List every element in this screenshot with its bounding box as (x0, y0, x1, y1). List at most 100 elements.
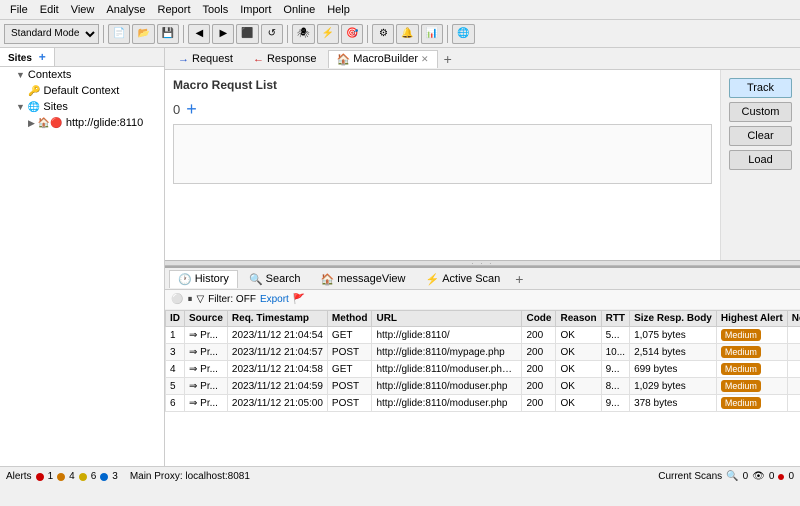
alert-count-blue: 3 (112, 471, 118, 482)
response-arrow-icon: ← (253, 53, 264, 65)
alert-dot-yellow (79, 473, 87, 481)
menu-report[interactable]: Report (152, 2, 197, 18)
table-row[interactable]: 6⇒ Pr...2023/11/12 21:05:00POSThttp://gl… (166, 395, 800, 412)
history-table: ID Source Req. Timestamp Method URL Code… (165, 310, 800, 466)
toolbar-fuzzer[interactable]: 🎯 (341, 24, 363, 44)
cell-note (787, 378, 800, 395)
cell-url: http://glide:8110/moduser.php (372, 378, 522, 395)
col-method[interactable]: Method (327, 311, 372, 327)
cell-timestamp: 2023/11/12 21:04:59 (227, 378, 327, 395)
menu-online[interactable]: Online (277, 2, 321, 18)
menu-import[interactable]: Import (234, 2, 277, 18)
macrobuilder-close-icon[interactable]: ✕ (421, 54, 429, 65)
filter-pause-icon: ⏸ (187, 294, 192, 305)
toolbar-stop[interactable]: ⬛ (236, 24, 258, 44)
macrobuilder-tab-label: MacroBuilder (353, 53, 418, 65)
track-button[interactable]: Track (729, 78, 792, 98)
content-area: Macro Requst List 0 + Track Custom Clear… (165, 70, 800, 260)
col-url[interactable]: URL (372, 311, 522, 327)
table-row[interactable]: 5⇒ Pr...2023/11/12 21:04:59POSThttp://gl… (166, 378, 800, 395)
cell-id: 4 (166, 361, 185, 378)
col-timestamp[interactable]: Req. Timestamp (227, 311, 327, 327)
sites-tab[interactable]: Sites + (0, 48, 55, 66)
cell-url: http://glide:8110/moduser.php?nopasswor.… (372, 361, 522, 378)
status-right: Current Scans 🔍 0 👁 0 0 (658, 471, 794, 482)
search-icon: 🔍 (249, 273, 263, 286)
toolbar-forward[interactable]: ▶ (212, 24, 234, 44)
cell-alert: Medium (716, 378, 787, 395)
menu-view[interactable]: View (65, 2, 101, 18)
toolbar-new[interactable]: 📄 (108, 24, 130, 44)
menu-analyse[interactable]: Analyse (100, 2, 151, 18)
menu-edit[interactable]: Edit (34, 2, 65, 18)
mode-select[interactable]: Standard Mode (4, 24, 99, 44)
tree-site-row[interactable]: ▶ 🏠🔴 http://glide:8110 (0, 115, 164, 131)
col-alert[interactable]: Highest Alert (716, 311, 787, 327)
col-id[interactable]: ID (166, 311, 185, 327)
toolbar-separator-3 (287, 25, 288, 43)
response-tab[interactable]: ← Response (244, 50, 326, 67)
col-code[interactable]: Code (522, 311, 556, 327)
new-tab-plus[interactable]: + (440, 51, 456, 67)
default-context-label: Default Context (43, 85, 119, 97)
cell-size: 1,029 bytes (630, 378, 717, 395)
col-note[interactable]: Note (787, 311, 800, 327)
toolbar-open[interactable]: 📂 (132, 24, 154, 44)
search-tab[interactable]: 🔍 Search (240, 270, 310, 288)
cell-reason: OK (556, 378, 601, 395)
toolbar-alerts[interactable]: 🔔 (396, 24, 418, 44)
col-size[interactable]: Size Resp. Body (630, 311, 717, 327)
load-button[interactable]: Load (729, 150, 792, 170)
right-panel: → Request ← Response 🏠 MacroBuilder ✕ + … (165, 48, 800, 466)
col-source[interactable]: Source (185, 311, 228, 327)
cell-size: 378 bytes (630, 395, 717, 412)
tree-contexts-row[interactable]: ▼ Contexts (0, 67, 164, 83)
messageview-tab[interactable]: 🏠 messageView (312, 270, 415, 288)
sites-add-icon[interactable]: + (39, 50, 46, 64)
custom-button[interactable]: Custom (729, 102, 792, 122)
clear-button[interactable]: Clear (729, 126, 792, 146)
cell-size: 1,075 bytes (630, 327, 717, 344)
history-data-table: ID Source Req. Timestamp Method URL Code… (165, 310, 800, 412)
toolbar-scan[interactable]: ⚡ (317, 24, 339, 44)
contexts-label: Contexts (28, 69, 71, 81)
history-tab[interactable]: 🕐 History (169, 270, 238, 288)
action-buttons-panel: Track Custom Clear Load (720, 70, 800, 260)
cell-code: 200 (522, 395, 556, 412)
cell-method: GET (327, 361, 372, 378)
cell-method: POST (327, 344, 372, 361)
tree-default-context-row[interactable]: 🔑 Default Context (0, 83, 164, 99)
proxy-label: Main Proxy: localhost:8081 (130, 471, 250, 482)
alert-badge: Medium (721, 346, 761, 358)
activescan-tab[interactable]: ⚡ Active Scan (416, 270, 509, 288)
menu-tools[interactable]: Tools (197, 2, 235, 18)
cell-method: GET (327, 327, 372, 344)
toolbar-proxy[interactable]: 🌐 (452, 24, 474, 44)
menu-help[interactable]: Help (321, 2, 356, 18)
filter-export-link[interactable]: Export (260, 294, 289, 305)
toolbar-report2[interactable]: 📊 (421, 24, 443, 44)
request-tab[interactable]: → Request (169, 50, 242, 67)
toolbar-back[interactable]: ◀ (188, 24, 210, 44)
cell-alert: Medium (716, 327, 787, 344)
alert-badge: Medium (721, 329, 761, 341)
tree-sites-row[interactable]: ▼ 🌐 Sites (0, 99, 164, 115)
top-tabs-row: → Request ← Response 🏠 MacroBuilder ✕ + (165, 48, 800, 70)
toolbar-refresh[interactable]: ↺ (261, 24, 283, 44)
col-reason[interactable]: Reason (556, 311, 601, 327)
toolbar-save[interactable]: 💾 (157, 24, 179, 44)
cell-code: 200 (522, 361, 556, 378)
table-row[interactable]: 3⇒ Pr...2023/11/12 21:04:57POSThttp://gl… (166, 344, 800, 361)
macro-number: 0 (173, 102, 180, 117)
menu-file[interactable]: File (4, 2, 34, 18)
table-row[interactable]: 1⇒ Pr...2023/11/12 21:04:54GEThttp://gli… (166, 327, 800, 344)
left-panel: Sites + ▼ Contexts 🔑 Default Context ▼ 🌐… (0, 48, 165, 466)
toolbar-spider[interactable]: 🕷 (292, 24, 315, 44)
response-tab-label: Response (267, 53, 317, 65)
macro-add-button[interactable]: + (186, 100, 197, 118)
bottom-new-tab-plus[interactable]: + (511, 271, 527, 287)
macrobuilder-tab[interactable]: 🏠 MacroBuilder ✕ (328, 50, 438, 68)
table-row[interactable]: 4⇒ Pr...2023/11/12 21:04:58GEThttp://gli… (166, 361, 800, 378)
toolbar-options[interactable]: ⚙ (372, 24, 394, 44)
col-rtt[interactable]: RTT (601, 311, 629, 327)
